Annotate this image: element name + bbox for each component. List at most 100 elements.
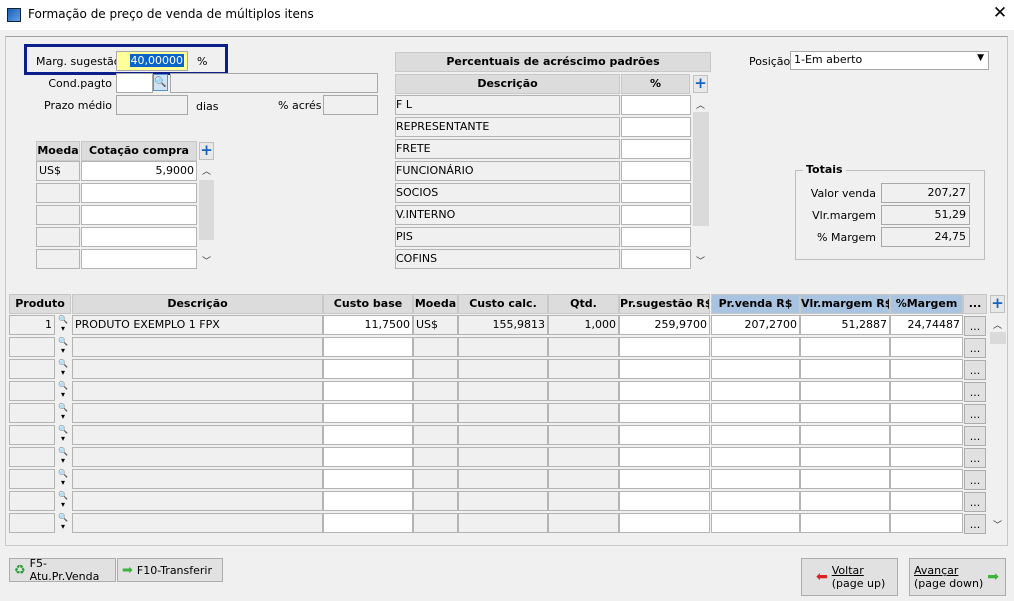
grid-header-3[interactable]: Moeda xyxy=(413,294,458,314)
grid-cell-9[interactable] xyxy=(890,359,963,379)
scroll-up-icon[interactable]: ︿ xyxy=(199,164,214,177)
search-dropdown-icon[interactable]: 🔍 ▾ xyxy=(55,381,71,401)
grid-cell-7[interactable] xyxy=(711,403,800,423)
percentual-value-input[interactable] xyxy=(621,139,691,159)
search-dropdown-icon[interactable]: 🔍 ▾ xyxy=(55,491,71,511)
grid-cell-2[interactable] xyxy=(323,491,413,511)
search-dropdown-icon[interactable]: 🔍 ▾ xyxy=(55,513,71,533)
grid-cell-6[interactable] xyxy=(619,359,710,379)
produto-code-cell[interactable] xyxy=(9,447,55,467)
grid-cell-8[interactable] xyxy=(800,447,890,467)
avancar-button[interactable]: Avançar (page down) ➡ xyxy=(909,558,1006,596)
search-dropdown-icon[interactable]: 🔍 ▾ xyxy=(55,425,71,445)
grid-cell-6[interactable] xyxy=(619,403,710,423)
scroll-down-icon[interactable]: ﹀ xyxy=(693,254,708,267)
grid-cell-9[interactable] xyxy=(890,403,963,423)
grid-cell-6[interactable] xyxy=(619,425,710,445)
grid-scrollbar[interactable] xyxy=(990,332,1006,344)
scroll-down-icon[interactable]: ﹀ xyxy=(199,254,214,267)
grid-cell-7[interactable] xyxy=(711,381,800,401)
produto-code-cell[interactable]: 1 xyxy=(9,315,55,335)
percentual-value-input[interactable] xyxy=(621,183,691,203)
search-dropdown-icon[interactable]: 🔍 ▾ xyxy=(55,359,71,379)
percentual-value-input[interactable] xyxy=(621,161,691,181)
grid-header-0[interactable]: Produto xyxy=(9,294,71,314)
cotacao-cell[interactable] xyxy=(81,205,197,225)
row-options-button[interactable]: ... xyxy=(964,492,986,512)
search-dropdown-icon[interactable]: 🔍 ▾ xyxy=(55,447,71,467)
grid-header-9[interactable]: %Margem xyxy=(890,294,963,314)
grid-cell-9[interactable] xyxy=(890,469,963,489)
grid-cell-6[interactable] xyxy=(619,381,710,401)
row-options-button[interactable]: ... xyxy=(964,316,986,336)
grid-cell-2[interactable]: 11,7500 xyxy=(323,315,413,335)
grid-cell-7[interactable] xyxy=(711,337,800,357)
posicao-select[interactable]: 1-Em aberto ▼ xyxy=(790,51,989,70)
grid-header-2[interactable]: Custo base xyxy=(323,294,413,314)
cond-pagto-input[interactable] xyxy=(116,73,153,93)
grid-cell-8[interactable] xyxy=(800,513,890,533)
grid-header-10[interactable]: ... xyxy=(963,294,987,314)
grid-cell-8[interactable] xyxy=(800,469,890,489)
produto-code-cell[interactable] xyxy=(9,469,55,489)
grid-header-4[interactable]: Custo calc. xyxy=(458,294,548,314)
percentual-value-input[interactable] xyxy=(621,117,691,137)
add-item-button[interactable]: + xyxy=(990,295,1005,313)
grid-cell-2[interactable] xyxy=(323,337,413,357)
f10-transfer-button[interactable]: ➡ F10-Transferir xyxy=(117,558,223,582)
produto-code-cell[interactable] xyxy=(9,337,55,357)
grid-cell-7[interactable] xyxy=(711,359,800,379)
grid-cell-8[interactable] xyxy=(800,403,890,423)
row-options-button[interactable]: ... xyxy=(964,426,986,446)
produto-code-cell[interactable] xyxy=(9,359,55,379)
grid-header-8[interactable]: Vlr.margem R$ xyxy=(800,294,890,314)
produto-code-cell[interactable] xyxy=(9,513,55,533)
grid-cell-8[interactable] xyxy=(800,381,890,401)
grid-cell-9[interactable]: 24,74487 xyxy=(890,315,963,335)
add-moeda-button[interactable]: + xyxy=(199,142,214,160)
voltar-button[interactable]: ⬅ Voltar (page up) xyxy=(801,558,898,596)
grid-cell-8[interactable] xyxy=(800,491,890,511)
close-icon[interactable]: ✕ xyxy=(990,3,1010,23)
add-percentual-button[interactable]: + xyxy=(693,75,708,93)
search-dropdown-icon[interactable]: 🔍 ▾ xyxy=(55,337,71,357)
produto-code-cell[interactable] xyxy=(9,381,55,401)
grid-header-1[interactable]: Descrição xyxy=(72,294,323,314)
row-options-button[interactable]: ... xyxy=(964,448,986,468)
grid-cell-9[interactable] xyxy=(890,447,963,467)
grid-cell-7[interactable] xyxy=(711,425,800,445)
row-options-button[interactable]: ... xyxy=(964,404,986,424)
percentual-value-input[interactable] xyxy=(621,95,691,115)
grid-cell-9[interactable] xyxy=(890,337,963,357)
cotacao-cell[interactable] xyxy=(81,249,197,269)
row-options-button[interactable]: ... xyxy=(964,360,986,380)
grid-cell-6[interactable] xyxy=(619,337,710,357)
grid-cell-2[interactable] xyxy=(323,469,413,489)
f5-update-price-button[interactable]: ♻ F5-Atu.Pr.Venda xyxy=(9,557,116,583)
cotacao-cell[interactable]: 5,9000 xyxy=(81,161,197,181)
produto-code-cell[interactable] xyxy=(9,491,55,511)
grid-cell-8[interactable]: 51,2887 xyxy=(800,315,890,335)
grid-header-6[interactable]: Pr.sugestão R$ xyxy=(619,294,710,314)
scroll-down-icon[interactable]: ﹀ xyxy=(990,518,1005,531)
grid-cell-9[interactable] xyxy=(890,381,963,401)
grid-cell-9[interactable] xyxy=(890,425,963,445)
search-dropdown-icon[interactable]: 🔍 ▾ xyxy=(55,403,71,423)
grid-cell-2[interactable] xyxy=(323,403,413,423)
row-options-button[interactable]: ... xyxy=(964,514,986,534)
marg-sugestao-input[interactable]: 40,00000 xyxy=(116,51,188,71)
cotacao-cell[interactable] xyxy=(81,227,197,247)
percentual-value-input[interactable] xyxy=(621,227,691,247)
scroll-up-icon[interactable]: ︿ xyxy=(693,98,708,111)
moeda-scrollbar[interactable] xyxy=(199,180,214,240)
percentual-value-input[interactable] xyxy=(621,249,691,269)
percentual-value-input[interactable] xyxy=(621,205,691,225)
grid-cell-8[interactable] xyxy=(800,425,890,445)
grid-cell-8[interactable] xyxy=(800,337,890,357)
row-options-button[interactable]: ... xyxy=(964,470,986,490)
grid-cell-9[interactable] xyxy=(890,513,963,533)
produto-code-cell[interactable] xyxy=(9,425,55,445)
scroll-up-icon[interactable]: ︿ xyxy=(990,318,1005,331)
grid-header-5[interactable]: Qtd. xyxy=(548,294,619,314)
grid-cell-6[interactable] xyxy=(619,513,710,533)
